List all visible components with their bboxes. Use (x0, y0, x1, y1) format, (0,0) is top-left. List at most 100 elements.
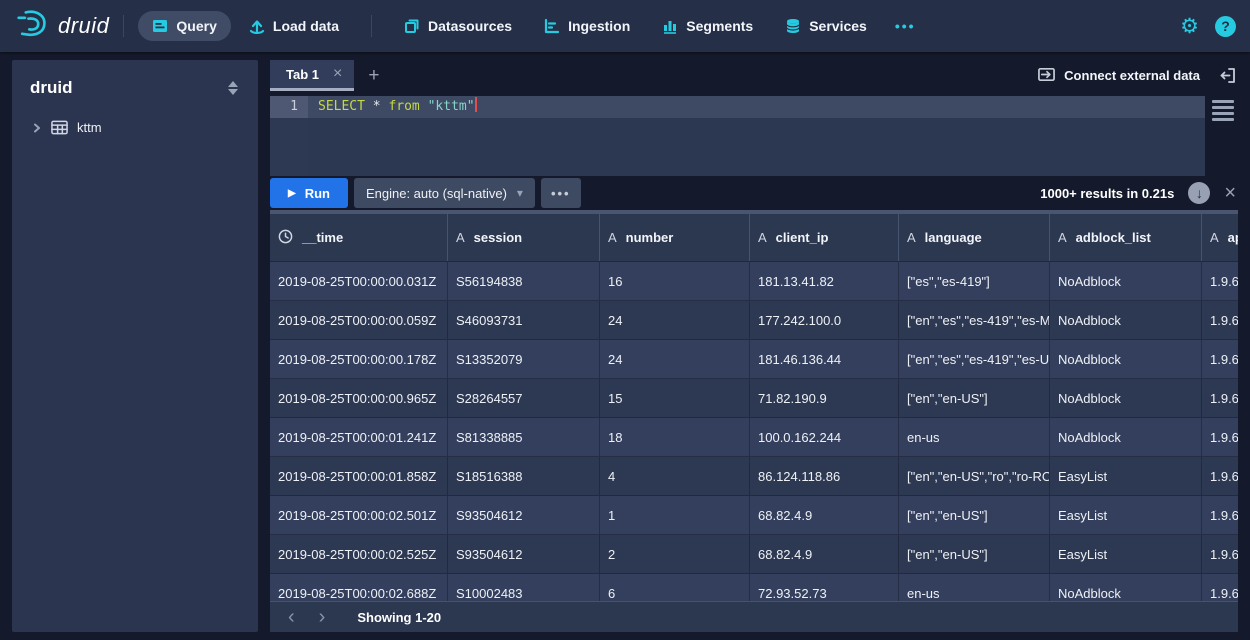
table-cell[interactable]: NoAdblock (1050, 418, 1202, 457)
column-header-number[interactable]: A number (600, 214, 750, 261)
table-cell[interactable]: 4 (600, 457, 750, 496)
table-cell[interactable]: NoAdblock (1050, 379, 1202, 418)
table-cell[interactable]: 181.46.136.44 (750, 340, 899, 379)
table-cell[interactable]: 16 (600, 262, 750, 301)
table-cell[interactable]: EasyList (1050, 457, 1202, 496)
tab-1[interactable]: Tab 1 × (270, 60, 354, 91)
nav-item-ingestion[interactable]: Ingestion (530, 11, 644, 41)
column-header-session[interactable]: A session (448, 214, 600, 261)
table-cell[interactable]: 1.9.6 (1202, 418, 1238, 457)
sidebar-item-kttm[interactable]: kttm (12, 112, 258, 143)
table-cell[interactable]: 1.9.6 (1202, 340, 1238, 379)
table-cell[interactable]: NoAdblock (1050, 574, 1202, 601)
table-cell[interactable]: EasyList (1050, 496, 1202, 535)
column-header-client-ip[interactable]: A client_ip (750, 214, 899, 261)
tab-strip-right: Connect external data (1038, 60, 1238, 91)
table-cell[interactable]: ["en","en-US"] (899, 535, 1050, 574)
table-cell[interactable]: S93504612 (448, 496, 600, 535)
close-results-icon[interactable]: × (1224, 183, 1236, 203)
column-header-time[interactable]: __time (270, 214, 448, 261)
nav-more-menu-button[interactable]: ••• (885, 11, 926, 41)
string-type-icon: A (1210, 230, 1219, 245)
table-cell[interactable]: ["en","es","es-419","es-MX"] (899, 301, 1050, 340)
table-cell[interactable]: 2019-08-25T00:00:02.501Z (270, 496, 448, 535)
table-cell[interactable]: NoAdblock (1050, 262, 1202, 301)
table-cell[interactable]: 2019-08-25T00:00:00.031Z (270, 262, 448, 301)
engine-select-button[interactable]: Engine: auto (sql-native) ▾ (354, 178, 535, 208)
editor-menu-button[interactable] (1212, 100, 1234, 121)
table-cell[interactable]: 1.9.6 (1202, 301, 1238, 340)
sort-icon[interactable] (226, 79, 240, 97)
collapse-right-panel-icon[interactable] (1220, 67, 1236, 84)
table-cell[interactable]: S28264557 (448, 379, 600, 418)
nav-item-label: Services (809, 18, 867, 34)
table-cell[interactable]: 2019-08-25T00:00:00.965Z (270, 379, 448, 418)
download-icon[interactable]: ↓ (1188, 182, 1210, 204)
column-header-app[interactable]: A ap (1202, 214, 1238, 261)
tab-close-icon[interactable]: × (333, 66, 342, 82)
table-cell[interactable]: S10002483 (448, 574, 600, 601)
table-cell[interactable]: NoAdblock (1050, 340, 1202, 379)
table-cell[interactable]: ["en","en-US"] (899, 496, 1050, 535)
run-more-button[interactable]: ••• (541, 178, 581, 208)
table-cell[interactable]: 2019-08-25T00:00:02.525Z (270, 535, 448, 574)
table-cell[interactable]: 72.93.52.73 (750, 574, 899, 601)
druid-home-link[interactable]: druid (14, 8, 109, 45)
table-cell[interactable]: 24 (600, 301, 750, 340)
table-cell[interactable]: 1 (600, 496, 750, 535)
table-cell[interactable]: 1.9.6 (1202, 496, 1238, 535)
connect-external-data-button[interactable]: Connect external data (1038, 67, 1200, 85)
table-cell[interactable]: ["es","es-419"] (899, 262, 1050, 301)
table-cell[interactable]: 1.9.6 (1202, 262, 1238, 301)
table-cell[interactable]: 2019-08-25T00:00:01.858Z (270, 457, 448, 496)
table-cell[interactable]: 181.13.41.82 (750, 262, 899, 301)
table-cell[interactable]: 2019-08-25T00:00:00.059Z (270, 301, 448, 340)
prev-page-icon[interactable]: ‹ (278, 607, 305, 627)
table-cell[interactable]: S46093731 (448, 301, 600, 340)
table-cell[interactable]: S81338885 (448, 418, 600, 457)
table-cell[interactable]: ["en","en-US"] (899, 379, 1050, 418)
table-cell[interactable]: 2 (600, 535, 750, 574)
nav-item-datasources[interactable]: Datasources (390, 11, 526, 41)
settings-gear-icon[interactable]: ⚙ (1180, 16, 1199, 37)
table-cell[interactable]: ["en","en-US","ro","ro-RO"] (899, 457, 1050, 496)
column-header-adblock-list[interactable]: A adblock_list (1050, 214, 1202, 261)
table-cell[interactable]: ["en","es","es-419","es-US"] (899, 340, 1050, 379)
nav-item-segments[interactable]: Segments (648, 11, 767, 41)
table-cell[interactable]: 6 (600, 574, 750, 601)
table-cell[interactable]: S13352079 (448, 340, 600, 379)
nav-item-services[interactable]: Services (771, 11, 881, 41)
table-cell[interactable]: 15 (600, 379, 750, 418)
table-cell[interactable]: S93504612 (448, 535, 600, 574)
column-header-language[interactable]: A language (899, 214, 1050, 261)
new-tab-button[interactable]: + (354, 60, 393, 91)
table-cell[interactable]: 177.242.100.0 (750, 301, 899, 340)
table-cell[interactable]: 2019-08-25T00:00:01.241Z (270, 418, 448, 457)
table-cell[interactable]: en-us (899, 574, 1050, 601)
table-cell[interactable]: en-us (899, 418, 1050, 457)
table-cell[interactable]: 1.9.6 (1202, 457, 1238, 496)
nav-item-query[interactable]: Query (138, 11, 230, 41)
table-cell[interactable]: 100.0.162.244 (750, 418, 899, 457)
sql-editor[interactable]: 1 SELECT * from "kttm" (270, 96, 1205, 176)
table-cell[interactable]: 86.124.118.86 (750, 457, 899, 496)
table-cell[interactable]: 1.9.6 (1202, 379, 1238, 418)
table-cell[interactable]: NoAdblock (1050, 301, 1202, 340)
table-cell[interactable]: EasyList (1050, 535, 1202, 574)
table-cell[interactable]: S18516388 (448, 457, 600, 496)
table-cell[interactable]: 2019-08-25T00:00:02.688Z (270, 574, 448, 601)
table-cell[interactable]: 24 (600, 340, 750, 379)
table-cell[interactable]: 2019-08-25T00:00:00.178Z (270, 340, 448, 379)
table-cell[interactable]: 68.82.4.9 (750, 535, 899, 574)
table-cell[interactable]: 18 (600, 418, 750, 457)
next-page-icon[interactable]: › (309, 607, 336, 627)
table-cell[interactable]: 68.82.4.9 (750, 496, 899, 535)
help-icon[interactable]: ? (1215, 16, 1236, 37)
table-cell[interactable]: 71.82.190.9 (750, 379, 899, 418)
run-button[interactable]: ▶ Run (270, 178, 348, 208)
nav-item-load-data[interactable]: Load data (235, 11, 353, 41)
druid-logo-icon (14, 8, 50, 45)
table-cell[interactable]: 1.9.6 (1202, 574, 1238, 601)
table-cell[interactable]: S56194838 (448, 262, 600, 301)
table-cell[interactable]: 1.9.6 (1202, 535, 1238, 574)
